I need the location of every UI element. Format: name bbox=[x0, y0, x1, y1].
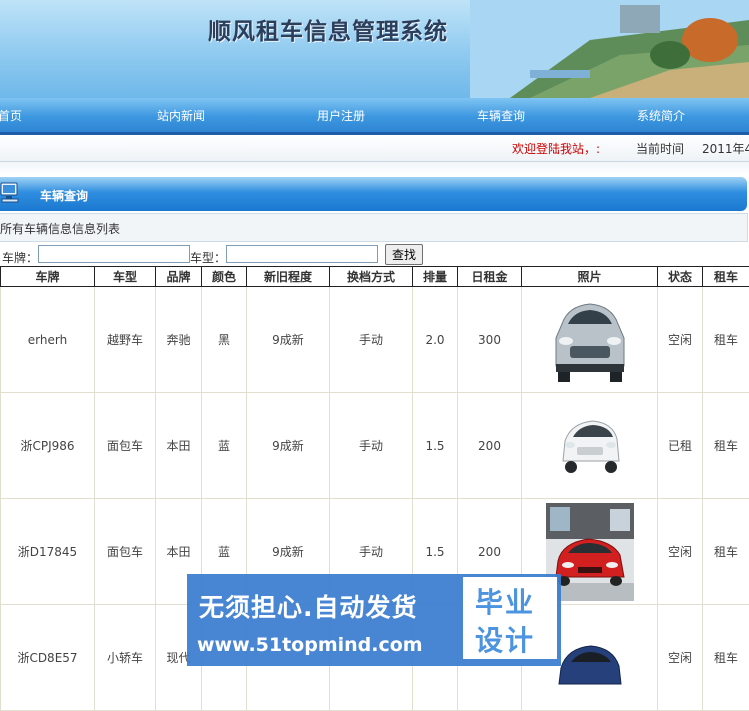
cell-status: 空闲 bbox=[658, 605, 703, 711]
nav-news[interactable]: 站内新闻 bbox=[157, 107, 205, 124]
cell-brand: 本田 bbox=[156, 393, 202, 499]
watermark-logo-box: 毕业 设计 bbox=[463, 577, 557, 659]
cell-brand: 奔驰 bbox=[156, 287, 202, 393]
col-header-displacement: 排量 bbox=[413, 267, 458, 287]
section-title: 车辆查询 bbox=[40, 187, 88, 204]
cell-type: 面包车 bbox=[95, 499, 156, 605]
rent-link[interactable]: 租车 bbox=[703, 287, 749, 393]
car-photo-icon bbox=[555, 628, 625, 688]
site-title: 顺风租车信息管理系统 bbox=[208, 12, 448, 46]
welcome-marquee: 欢迎登陆我站，: bbox=[512, 140, 600, 157]
cell-plate: 浙D17845 bbox=[1, 499, 95, 605]
nav-about[interactable]: 系统简介 bbox=[637, 107, 685, 124]
welcome-bar: 欢迎登陆我站，: 当前时间 2011年4月 bbox=[0, 135, 749, 162]
cell-condition: 9成新 bbox=[247, 393, 330, 499]
cell-photo bbox=[522, 287, 658, 393]
search-button[interactable]: 查找 bbox=[385, 244, 423, 265]
col-header-status: 状态 bbox=[658, 267, 703, 287]
nav-register[interactable]: 用户注册 bbox=[317, 107, 365, 124]
nav-vehicle-search[interactable]: 车辆查询 bbox=[477, 107, 525, 124]
divider-strip bbox=[0, 162, 749, 176]
watermark-logo-text-2: 设计 bbox=[475, 619, 535, 659]
watermark-logo-text-1: 毕业 bbox=[475, 581, 535, 621]
col-header-color: 颜色 bbox=[202, 267, 247, 287]
col-header-rent-action: 租车 bbox=[703, 267, 749, 287]
cell-displacement: 2.0 bbox=[413, 287, 458, 393]
section-header: 车辆查询 bbox=[0, 177, 747, 211]
plate-input[interactable] bbox=[38, 245, 190, 263]
col-header-type: 车型 bbox=[95, 267, 156, 287]
col-header-brand: 品牌 bbox=[156, 267, 202, 287]
cell-plate: erherh bbox=[1, 287, 95, 393]
site-banner: 顺风租车信息管理系统 bbox=[0, 0, 749, 98]
cell-status: 已租 bbox=[658, 393, 703, 499]
cell-photo bbox=[522, 393, 658, 499]
col-header-gear: 换档方式 bbox=[330, 267, 413, 287]
col-header-rent: 日租金 bbox=[458, 267, 522, 287]
banner-scenery-image bbox=[470, 0, 749, 98]
table-row: erherh 越野车 奔驰 黑 9成新 手动 2.0 300 bbox=[1, 287, 749, 393]
cell-condition: 9成新 bbox=[247, 287, 330, 393]
watermark-slogan: 无须担心.自动发货 bbox=[199, 588, 418, 624]
current-time-label: 当前时间 bbox=[636, 140, 684, 157]
cell-plate: 浙CD8E57 bbox=[1, 605, 95, 711]
cell-status: 空闲 bbox=[658, 499, 703, 605]
watermark-url: www.51topmind.com bbox=[197, 634, 423, 656]
cell-displacement: 1.5 bbox=[413, 393, 458, 499]
computer-icon bbox=[0, 180, 26, 206]
plate-label: 车牌： bbox=[2, 249, 38, 266]
table-row: 浙CPJ986 面包车 本田 蓝 9成新 手动 1.5 200 bbox=[1, 393, 749, 499]
rent-link[interactable]: 租车 bbox=[703, 605, 749, 711]
cell-status: 空闲 bbox=[658, 287, 703, 393]
type-label: 车型： bbox=[190, 249, 226, 266]
list-caption: 所有车辆信息信息列表 bbox=[0, 220, 120, 237]
nav-home[interactable]: 首页 bbox=[0, 107, 22, 124]
cell-rent: 200 bbox=[458, 393, 522, 499]
col-header-plate: 车牌 bbox=[1, 267, 95, 287]
col-header-photo: 照片 bbox=[522, 267, 658, 287]
table-header-row: 车牌 车型 品牌 颜色 新旧程度 换档方式 排量 日租金 照片 状态 租车 bbox=[1, 267, 749, 287]
cell-type: 小轿车 bbox=[95, 605, 156, 711]
watermark-ad: 无须担心.自动发货 www.51topmind.com 毕业 设计 bbox=[187, 574, 561, 666]
current-time-value: 2011年4月 bbox=[702, 140, 749, 157]
cell-type: 越野车 bbox=[95, 287, 156, 393]
cell-color: 黑 bbox=[202, 287, 247, 393]
car-photo-icon bbox=[548, 294, 632, 386]
col-header-condition: 新旧程度 bbox=[247, 267, 330, 287]
cell-color: 蓝 bbox=[202, 393, 247, 499]
type-input[interactable] bbox=[226, 245, 378, 263]
cell-rent: 300 bbox=[458, 287, 522, 393]
main-nav: 首页 站内新闻 用户注册 车辆查询 系统简介 bbox=[0, 98, 749, 135]
cell-gear: 手动 bbox=[330, 287, 413, 393]
cell-type: 面包车 bbox=[95, 393, 156, 499]
list-caption-bar: 所有车辆信息信息列表 bbox=[0, 213, 748, 242]
cell-gear: 手动 bbox=[330, 393, 413, 499]
cell-plate: 浙CPJ986 bbox=[1, 393, 95, 499]
rent-link[interactable]: 租车 bbox=[703, 393, 749, 499]
car-photo-icon bbox=[557, 411, 623, 481]
search-form: 车牌： 车型： 查找 bbox=[0, 243, 749, 267]
rent-link[interactable]: 租车 bbox=[703, 499, 749, 605]
